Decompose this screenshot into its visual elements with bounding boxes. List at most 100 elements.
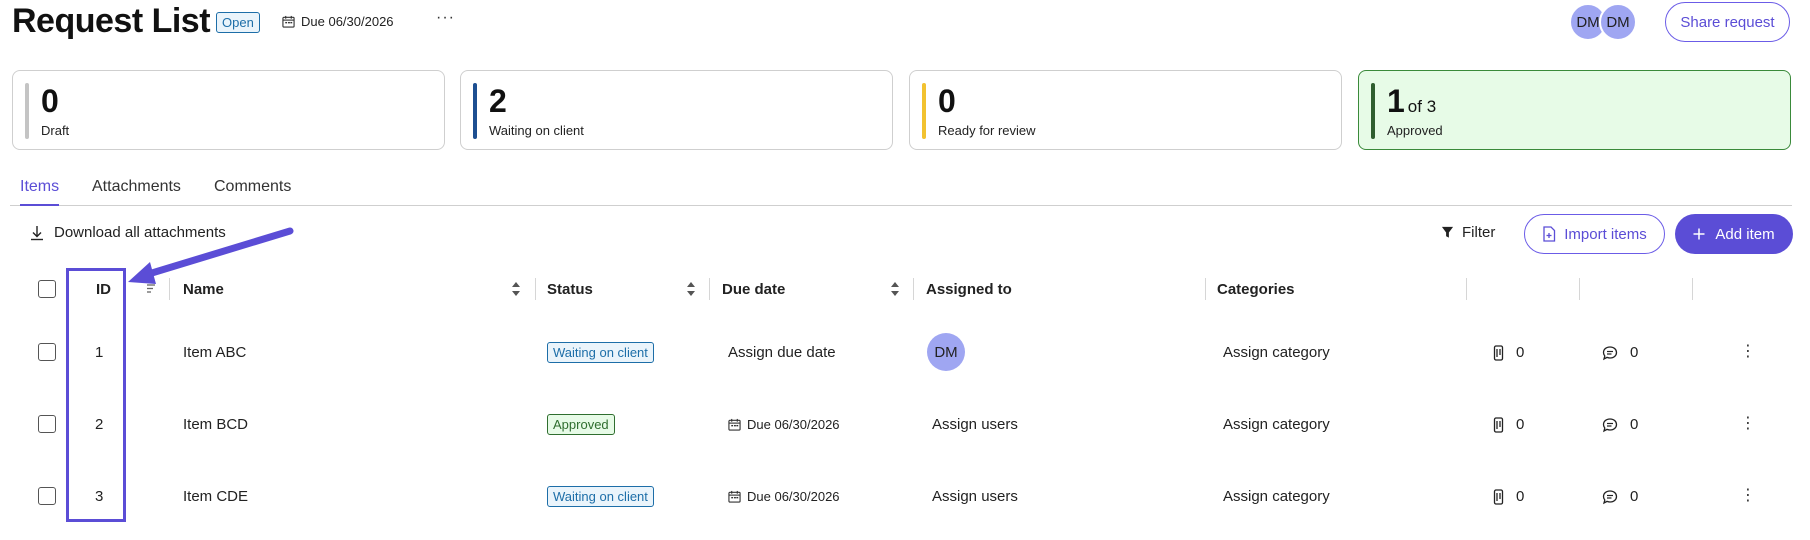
stat-value: 1 of 3 [1387, 83, 1436, 120]
column-header-due-date[interactable]: Due date [722, 281, 785, 298]
status-color-bar [1371, 83, 1375, 139]
more-options-icon[interactable]: ··· [436, 9, 455, 27]
status-color-bar [25, 83, 29, 139]
select-all-checkbox[interactable] [38, 280, 56, 298]
row-more-icon[interactable]: ⋮ [1740, 416, 1756, 432]
row-name[interactable]: Item ABC [183, 344, 246, 361]
row-due-date[interactable]: Due 06/30/2026 [728, 489, 840, 504]
row-due-date[interactable]: Assign due date [728, 344, 836, 361]
tab-comments[interactable]: Comments [214, 178, 291, 204]
sort-updown-icon[interactable] [511, 281, 521, 297]
column-header-assigned-to[interactable]: Assigned to [926, 281, 1012, 298]
stat-label: Approved [1387, 123, 1443, 138]
column-header-categories[interactable]: Categories [1217, 281, 1295, 298]
column-divider [913, 278, 914, 300]
row-category[interactable]: Assign category [1223, 344, 1330, 361]
stat-card-ready[interactable]: 0 Ready for review [909, 70, 1342, 150]
row-name[interactable]: Item BCD [183, 416, 248, 433]
row-comments[interactable]: 0 [1602, 416, 1638, 433]
attachment-icon [1493, 344, 1504, 361]
stat-value: 2 [489, 83, 507, 119]
row-due-date[interactable]: Due 06/30/2026 [728, 417, 840, 432]
stat-label: Waiting on client [489, 123, 584, 138]
id-column-highlight [66, 268, 126, 522]
tab-attachments[interactable]: Attachments [92, 178, 181, 204]
calendar-icon [282, 15, 295, 28]
import-items-button[interactable]: Import items [1524, 214, 1665, 254]
add-item-button[interactable]: Add item [1675, 214, 1793, 254]
page-title: Request List [12, 2, 211, 40]
column-divider [535, 278, 536, 300]
comment-count: 0 [1630, 344, 1639, 361]
row-category[interactable]: Assign category [1223, 416, 1330, 433]
comment-icon [1602, 345, 1618, 360]
row-due-label: Due 06/30/2026 [747, 489, 840, 504]
row-due-label: Due 06/30/2026 [747, 417, 840, 432]
import-items-label: Import items [1564, 225, 1647, 243]
row-assigned[interactable]: Assign users [932, 488, 1018, 505]
column-divider [709, 278, 710, 300]
row-more-icon[interactable]: ⋮ [1740, 344, 1756, 360]
status-color-bar [473, 83, 477, 139]
row-comments[interactable]: 0 [1602, 344, 1638, 361]
attachment-count: 0 [1516, 416, 1525, 433]
share-request-button[interactable]: Share request [1665, 2, 1790, 42]
comment-count: 0 [1630, 488, 1639, 505]
row-attachments[interactable]: 0 [1493, 416, 1524, 433]
plus-icon [1693, 228, 1705, 240]
column-divider [1692, 278, 1693, 300]
row-more-icon[interactable]: ⋮ [1740, 488, 1756, 504]
attachment-count: 0 [1516, 344, 1525, 361]
tab-items[interactable]: Items [20, 178, 60, 206]
stat-label: Ready for review [938, 123, 1036, 138]
row-comments[interactable]: 0 [1602, 488, 1638, 505]
stat-value-total: of 3 [1407, 97, 1437, 116]
stat-value: 0 [41, 83, 59, 119]
column-divider [1579, 278, 1580, 300]
sort-updown-icon[interactable] [890, 281, 900, 297]
stat-card-waiting[interactable]: 2 Waiting on client [460, 70, 893, 150]
row-attachments[interactable]: 0 [1493, 344, 1524, 361]
row-attachments[interactable]: 0 [1493, 488, 1524, 505]
row-checkbox[interactable] [38, 487, 56, 505]
header-due-date[interactable]: Due 06/30/2026 [282, 14, 394, 29]
sort-updown-icon[interactable] [686, 281, 696, 297]
row-name[interactable]: Item CDE [183, 488, 248, 505]
filter-label: Filter [1462, 224, 1496, 241]
assigned-avatar[interactable]: DM [927, 333, 965, 371]
attachment-icon [1493, 488, 1504, 505]
status-color-bar [922, 83, 926, 139]
tab-bar: Items Attachments Comments [10, 174, 1792, 206]
add-item-label: Add item [1715, 225, 1775, 243]
stat-value-number: 1 [1387, 83, 1405, 119]
avatar-group[interactable]: DM DM [1569, 3, 1637, 41]
attachment-count: 0 [1516, 488, 1525, 505]
stat-value: 0 [938, 83, 956, 119]
stat-card-draft[interactable]: 0 Draft [12, 70, 445, 150]
row-checkbox[interactable] [38, 343, 56, 361]
calendar-icon [728, 418, 741, 431]
comment-count: 0 [1630, 416, 1639, 433]
row-assigned[interactable]: Assign users [932, 416, 1018, 433]
column-header-status[interactable]: Status [547, 281, 593, 298]
filter-button[interactable]: Filter [1441, 224, 1495, 241]
column-divider [1205, 278, 1206, 300]
header-due-label: Due 06/30/2026 [301, 14, 394, 29]
row-status-badge[interactable]: Waiting on client [547, 486, 654, 507]
attachment-icon [1493, 416, 1504, 433]
download-icon [31, 225, 43, 240]
row-category[interactable]: Assign category [1223, 488, 1330, 505]
row-status-badge[interactable]: Approved [547, 414, 615, 435]
stat-card-approved[interactable]: 1 of 3 Approved [1358, 70, 1791, 150]
comment-icon [1602, 417, 1618, 432]
status-badge: Open [216, 12, 260, 33]
import-file-icon [1543, 226, 1556, 242]
avatar[interactable]: DM [1599, 3, 1637, 41]
comment-icon [1602, 489, 1618, 504]
row-status-badge[interactable]: Waiting on client [547, 342, 654, 363]
row-checkbox[interactable] [38, 415, 56, 433]
column-divider [1466, 278, 1467, 300]
filter-icon [1441, 226, 1454, 238]
stat-label: Draft [41, 123, 70, 138]
calendar-icon [728, 490, 741, 503]
